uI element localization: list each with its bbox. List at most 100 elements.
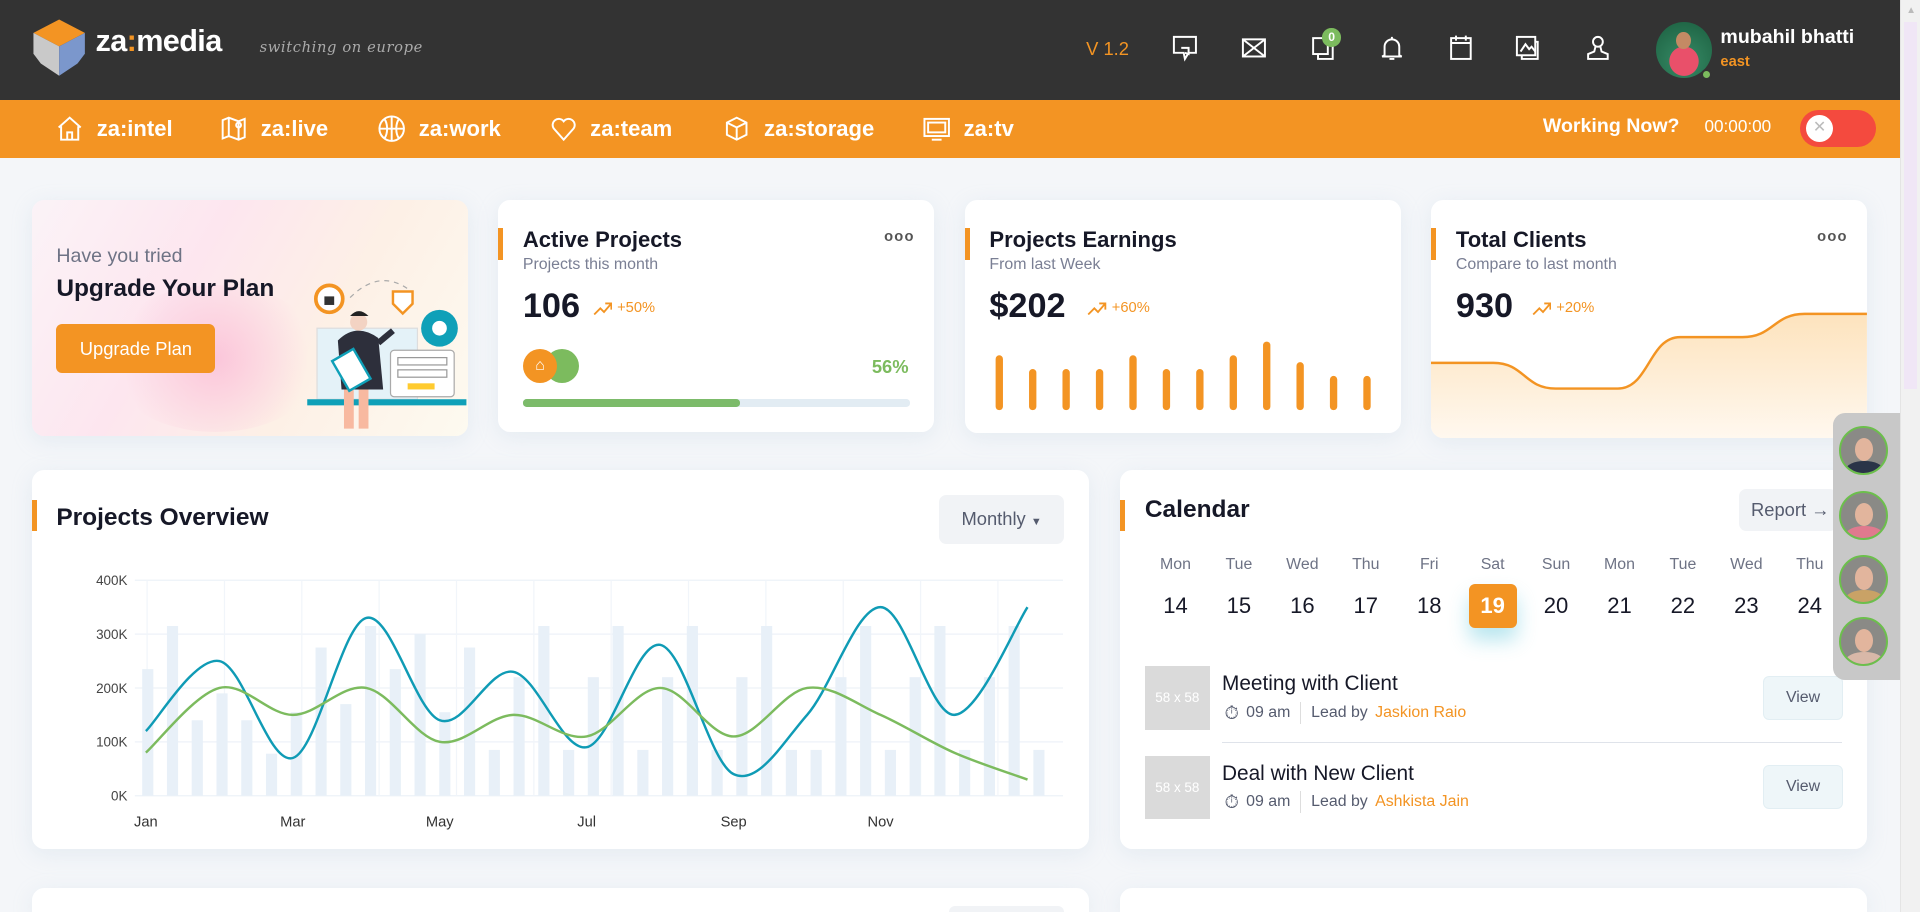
active-projects-card: Active Projects Projects this month ooo … — [498, 199, 935, 433]
event-thumbnail: 58 x 58 — [1144, 666, 1210, 730]
brand-tagline: switching on europe — [259, 39, 423, 57]
day-number[interactable]: 17 — [1335, 593, 1396, 619]
box-icon — [726, 117, 748, 142]
bell-icon[interactable] — [1376, 32, 1408, 64]
progress-bar — [522, 399, 910, 407]
online-status-dot — [1700, 68, 1712, 80]
earnings-bar — [1329, 375, 1338, 411]
view-event-button[interactable]: View — [1763, 675, 1843, 720]
more-options-icon[interactable]: ooo — [1817, 229, 1848, 245]
day-name: Sun — [1541, 555, 1571, 573]
day-number[interactable]: 18 — [1399, 593, 1460, 619]
lead-label: Lead by — [1311, 703, 1368, 721]
gallery-icon[interactable] — [1512, 32, 1544, 64]
trend-indicator: +50% — [593, 300, 655, 316]
nav-label: za:storage — [764, 116, 875, 142]
promo-pretitle: Have you tried — [56, 244, 183, 267]
background-bar — [463, 647, 475, 796]
day-number[interactable]: 14 — [1145, 593, 1206, 619]
earnings-bar — [1363, 375, 1371, 411]
version-label: V 1.2 — [1086, 37, 1129, 59]
progress-label: 56% — [871, 356, 909, 378]
team-avatar[interactable] — [1839, 491, 1889, 540]
y-tick-label: 0K — [111, 789, 127, 804]
day-number[interactable]: 24 — [1779, 593, 1840, 619]
background-bar — [1008, 626, 1020, 796]
working-toggle[interactable]: ✕ — [1800, 110, 1876, 147]
background-bar — [216, 693, 228, 796]
nav-item-intel[interactable]: za:intel — [55, 100, 173, 158]
view-event-button[interactable]: View — [1763, 765, 1843, 810]
background-bar — [661, 677, 674, 796]
card-title: Active Projects — [522, 226, 683, 252]
bottom-left-card — [31, 887, 1089, 912]
nav-item-live[interactable]: za:live — [219, 100, 328, 158]
scrollbar-thumb[interactable] — [1903, 22, 1918, 390]
mail-icon[interactable] — [1238, 32, 1270, 64]
total-clients-card: Total Clients Compare to last month ooo … — [1431, 199, 1868, 439]
event-lead[interactable]: Ashkista Jain — [1375, 793, 1469, 811]
nav-item-team[interactable]: za:team — [549, 100, 672, 158]
trend-indicator: +20% — [1532, 300, 1594, 316]
earnings-bar — [1028, 369, 1037, 411]
team-avatar[interactable] — [1839, 554, 1889, 604]
user-icon[interactable] — [1582, 32, 1614, 64]
user-name[interactable]: mubahil bhatti — [1720, 26, 1854, 49]
brand-logo[interactable]: za:media — [96, 24, 223, 59]
nav-item-work[interactable]: za:work — [377, 100, 501, 158]
earnings-bar — [1095, 369, 1104, 411]
card-subtitle: Compare to last month — [1455, 255, 1617, 273]
more-options-icon[interactable]: ooo — [884, 229, 915, 245]
nav-label: za:live — [260, 116, 329, 142]
day-number[interactable]: 22 — [1652, 593, 1713, 619]
team-avatar[interactable] — [1839, 617, 1889, 667]
earnings-sparkline — [995, 341, 1371, 411]
report-button[interactable]: Report → — [1738, 488, 1837, 532]
earnings-bar — [1129, 355, 1137, 411]
clients-area-fill — [1431, 313, 1868, 439]
day-number[interactable]: 19 — [1462, 593, 1523, 619]
day-number[interactable]: 20 — [1525, 593, 1586, 619]
day-name: Tue — [1225, 555, 1253, 573]
page-scrollbar[interactable]: ▲ — [1900, 0, 1920, 912]
event-lead[interactable]: Jaskion Raio — [1375, 704, 1466, 722]
y-tick-label: 100K — [96, 735, 127, 750]
team-sidebar — [1833, 412, 1901, 680]
upgrade-plan-button[interactable]: Upgrade Plan — [56, 324, 216, 374]
nav-label: za:work — [418, 116, 501, 142]
trend-up-icon — [1532, 302, 1552, 315]
calendar-icon[interactable] — [1445, 32, 1477, 64]
background-bar — [884, 750, 896, 796]
earnings-bar — [1162, 369, 1170, 411]
x-tick-label: Jan — [134, 815, 158, 831]
nav-item-storage[interactable]: za:storage — [722, 100, 874, 158]
day-number[interactable]: 23 — [1716, 593, 1777, 619]
team-avatar[interactable] — [1839, 426, 1889, 476]
day-name: Tue — [1669, 555, 1697, 573]
home-icon — [58, 116, 82, 142]
day-name: Thu — [1796, 555, 1824, 573]
nav-item-tv[interactable]: za:tv — [922, 100, 1014, 158]
logo-cube-icon — [33, 19, 85, 76]
background-bar — [909, 677, 921, 796]
x-tick-label: Sep — [720, 815, 746, 831]
day-name: Wed — [1730, 555, 1763, 573]
progress-fill — [522, 399, 740, 407]
background-bar — [389, 669, 401, 796]
chat-icon[interactable] — [1169, 32, 1201, 64]
bottom-right-card — [1120, 887, 1868, 912]
day-number[interactable]: 21 — [1589, 593, 1650, 619]
card-title: Projects Earnings — [989, 226, 1177, 252]
event-title[interactable]: Deal with New Client — [1222, 762, 1414, 786]
earnings-bar — [1062, 369, 1070, 411]
day-name: Wed — [1286, 555, 1319, 573]
scroll-up-icon[interactable]: ▲ — [1906, 5, 1916, 16]
day-number[interactable]: 16 — [1272, 593, 1333, 619]
x-tick-label: Nov — [867, 815, 894, 831]
projects-overview-card: Projects Overview Monthly ▼ 0K 100K 200K 30… — [31, 470, 1089, 849]
card-action-button[interactable] — [948, 906, 1065, 912]
arrow-right-icon: → — [1806, 498, 1830, 520]
event-title[interactable]: Meeting with Client — [1222, 672, 1398, 696]
background-bar — [785, 750, 797, 796]
day-number[interactable]: 15 — [1208, 593, 1269, 619]
